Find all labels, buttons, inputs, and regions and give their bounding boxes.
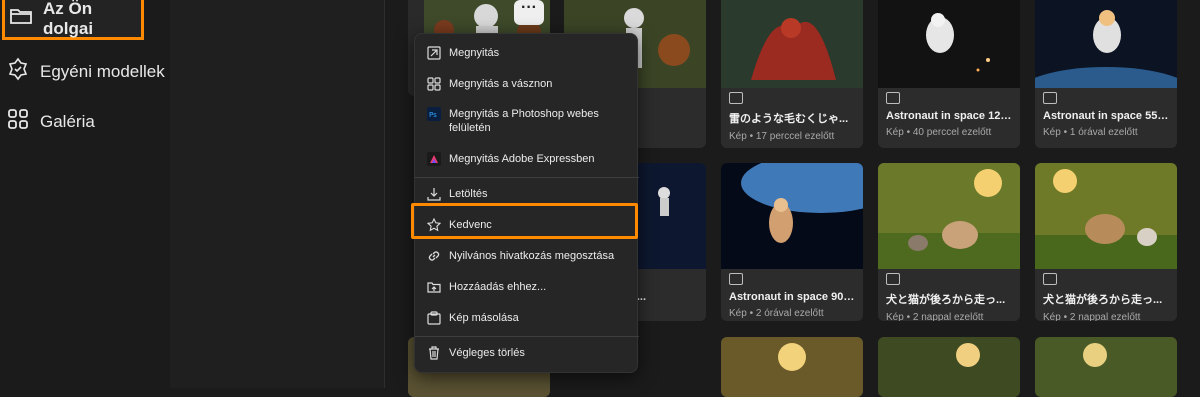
- menu-item-label: Végleges törlés: [449, 347, 525, 359]
- menu-separator: [415, 177, 639, 178]
- card-meta: Kép • 17 perccel ezelőtt: [729, 131, 835, 142]
- image-card[interactable]: Astronaut in space 122411... Kép • 40 pe…: [878, 0, 1020, 148]
- image-type-icon: [886, 92, 900, 104]
- red-dragon-image: [721, 0, 863, 88]
- image-card[interactable]: [878, 337, 1020, 397]
- image-card[interactable]: [721, 337, 863, 397]
- image-type-icon: [886, 273, 900, 285]
- image-card[interactable]: 犬と猫が後ろから走っ... Kép • 2 nappal ezelőtt: [878, 163, 1020, 321]
- menu-item-label: Megnyitás a vásznon: [449, 78, 553, 90]
- secondary-panel: [170, 0, 385, 388]
- card-title: Astronaut in space 553771...: [1043, 110, 1169, 122]
- sunny-path-image: [878, 337, 1020, 397]
- image-card[interactable]: [1035, 337, 1177, 397]
- sidebar-item-your-stuff[interactable]: Az Ön dolgai: [2, 0, 144, 40]
- astronaut-earth-image: [1035, 0, 1177, 88]
- card-meta: Kép • 1 órával ezelőtt: [1043, 127, 1138, 138]
- folder-icon: [9, 4, 33, 33]
- card-meta: Kép • 40 perccel ezelőtt: [886, 127, 992, 138]
- menu-item-label: Megnyitás Adobe Expressben: [449, 153, 595, 165]
- menu-item-label: Letöltés: [449, 188, 488, 200]
- menu-item-delete[interactable]: Végleges törlés: [427, 346, 525, 360]
- astronaut-space-earth-image: [721, 163, 863, 269]
- add-to-folder-icon: [427, 282, 441, 293]
- menu-item-open-express[interactable]: Megnyitás Adobe Expressben: [427, 152, 595, 166]
- menu-item-open[interactable]: Megnyitás: [427, 46, 499, 60]
- menu-item-share-link[interactable]: Nyilvános hivatkozás megosztása: [427, 249, 614, 263]
- sunny-path-image: [1035, 337, 1177, 397]
- card-meta: Kép • 2 órával ezelőtt: [729, 308, 824, 319]
- menu-item-open-canvas[interactable]: Megnyitás a vásznon: [427, 77, 552, 91]
- menu-item-open-photoshop[interactable]: Ps Megnyitás a Photoshop webes felületén: [427, 107, 622, 135]
- sidebar-item-custom-models[interactable]: Egyéni modellek: [6, 57, 165, 86]
- card-meta: Kép • 2 nappal ezelőtt: [886, 312, 984, 321]
- photoshop-icon: Ps: [427, 107, 441, 121]
- card-title: Astronaut in space 90522...: [729, 291, 855, 303]
- image-type-icon: [729, 273, 743, 285]
- sunny-path-image: [721, 337, 863, 397]
- card-title: 犬と猫が後ろから走っ...: [1043, 294, 1163, 306]
- image-card[interactable]: 雷のような毛むくじゃ... Kép • 17 perccel ezelőtt: [721, 0, 863, 148]
- image-type-icon: [1043, 92, 1057, 104]
- menu-item-label: Nyilvános hivatkozás megosztása: [449, 250, 615, 262]
- astronaut-space-image: [878, 0, 1020, 88]
- copy-image-icon: [427, 311, 441, 325]
- more-options-button[interactable]: ···: [514, 0, 544, 25]
- image-card[interactable]: 犬と猫が後ろから走っ... Kép • 2 nappal ezelőtt: [1035, 163, 1177, 321]
- image-card[interactable]: Astronaut in space 553771... Kép • 1 órá…: [1035, 0, 1177, 148]
- dog-and-cat-running-image: [878, 163, 1020, 269]
- menu-item-label: Kép másolása: [449, 312, 519, 324]
- menu-item-copy-image[interactable]: Kép másolása: [427, 311, 519, 325]
- open-arrow-icon: [427, 46, 441, 60]
- gallery-grid-icon: [6, 107, 30, 136]
- favorite-highlight-frame: [411, 203, 638, 239]
- sidebar-item-label: Galéria: [40, 111, 95, 131]
- sidebar-item-label: Az Ön dolgai: [43, 0, 94, 38]
- sidebar-item-label: Egyéni modellek: [40, 61, 165, 81]
- menu-item-label: Megnyitás: [449, 47, 500, 59]
- canvas-icon: [427, 77, 441, 91]
- adobe-express-icon: [427, 152, 441, 166]
- custom-models-icon: [6, 57, 30, 86]
- card-title: 犬と猫が後ろから走っ...: [886, 294, 1006, 306]
- link-icon: [428, 251, 440, 261]
- dog-and-cat-running-image: [1035, 163, 1177, 269]
- card-meta: Kép • 2 nappal ezelőtt: [1043, 312, 1141, 321]
- menu-item-label: Hozzáadás ehhez...: [449, 281, 547, 293]
- menu-item-add-to[interactable]: Hozzáadás ehhez...: [427, 280, 546, 294]
- trash-icon: [429, 346, 439, 360]
- download-icon: [427, 188, 441, 201]
- menu-item-label: Megnyitás a Photoshop webes felületén: [449, 108, 599, 134]
- card-title: Astronaut in space 122411...: [886, 110, 1012, 122]
- image-type-icon: [1043, 273, 1057, 285]
- menu-separator: [415, 336, 639, 337]
- image-card[interactable]: Astronaut in space 90522... Kép • 2 óráv…: [721, 163, 863, 321]
- sidebar: Az Ön dolgai Egyéni modellek Galéria: [0, 0, 170, 388]
- image-type-icon: [729, 92, 743, 104]
- sidebar-item-gallery[interactable]: Galéria: [6, 107, 95, 136]
- menu-item-download[interactable]: Letöltés: [427, 187, 488, 201]
- card-title: 雷のような毛むくじゃ...: [729, 113, 849, 125]
- svg-text:Ps: Ps: [429, 111, 437, 119]
